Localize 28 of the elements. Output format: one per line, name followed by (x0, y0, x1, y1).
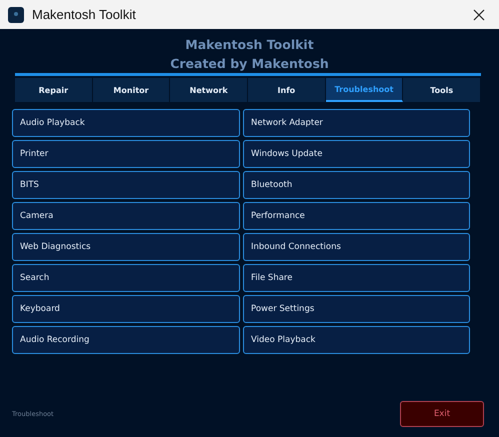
troubleshoot-button[interactable]: Network Adapter (243, 109, 470, 137)
troubleshoot-button[interactable]: Keyboard (12, 295, 240, 323)
troubleshoot-button[interactable]: Printer (12, 140, 240, 168)
tab[interactable]: Network (170, 78, 248, 102)
troubleshoot-button[interactable]: Bluetooth (243, 171, 470, 199)
tab[interactable]: Repair (15, 78, 93, 102)
troubleshoot-button[interactable]: Inbound Connections (243, 233, 470, 261)
troubleshoot-button[interactable]: Performance (243, 202, 470, 230)
close-icon[interactable] (473, 8, 485, 20)
troubleshoot-button[interactable]: File Share (243, 264, 470, 292)
troubleshoot-button[interactable]: Search (12, 264, 240, 292)
app-subtitle: Created by Makentosh (170, 55, 329, 73)
tab[interactable]: Monitor (92, 78, 170, 102)
troubleshoot-button[interactable]: Audio Playback (12, 109, 240, 137)
tab[interactable]: Info (248, 78, 326, 102)
tab[interactable]: Troubleshoot (326, 78, 404, 102)
troubleshoot-button[interactable]: Video Playback (243, 326, 470, 354)
troubleshoot-button[interactable]: BITS (12, 171, 240, 199)
troubleshoot-button[interactable]: Windows Update (243, 140, 470, 168)
exit-button[interactable]: Exit (400, 401, 484, 427)
app-title: Makentosh Toolkit (185, 36, 314, 54)
tab[interactable]: Tools (403, 78, 482, 102)
troubleshoot-button[interactable]: Web Diagnostics (12, 233, 240, 261)
troubleshoot-button[interactable]: Camera (12, 202, 240, 230)
troubleshoot-button[interactable]: Audio Recording (12, 326, 240, 354)
window-title: Makentosh Toolkit (32, 7, 137, 22)
troubleshoot-button[interactable]: Power Settings (243, 295, 470, 323)
app-icon (8, 6, 24, 22)
